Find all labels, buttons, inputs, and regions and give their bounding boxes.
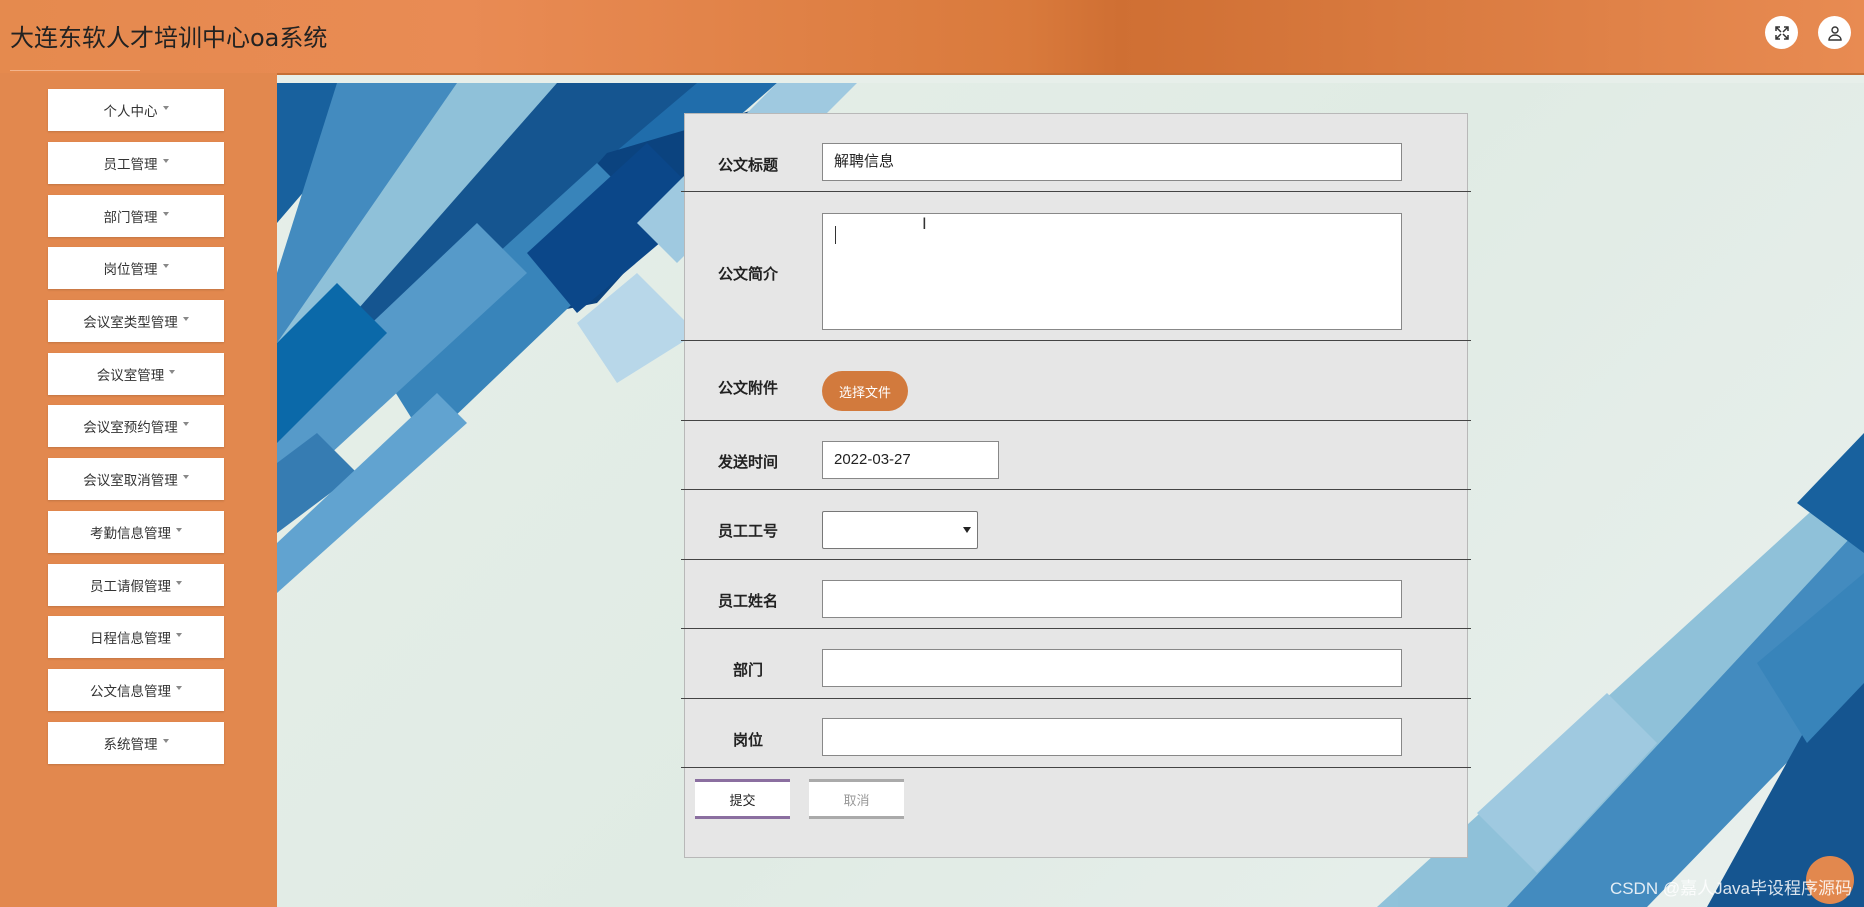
sidebar: 个人中心 员工管理 部门管理 岗位管理 会议室类型管理 会议室管理 会议室预约管…	[0, 73, 277, 907]
sidebar-item-documents[interactable]: 公文信息管理	[48, 669, 224, 711]
send-time-label: 发送时间	[717, 454, 778, 471]
employee-name-input[interactable]	[822, 580, 1402, 618]
doc-attachment-label: 公文附件	[717, 380, 778, 397]
fullscreen-icon[interactable]	[1765, 16, 1798, 49]
sidebar-item-room-cancel[interactable]: 会议室取消管理	[48, 458, 224, 500]
top-bar: 大连东软人才培训中心oa系统	[0, 0, 1864, 75]
sidebar-item-posts[interactable]: 岗位管理	[48, 247, 224, 289]
row-divider	[681, 628, 1471, 629]
post-label: 岗位	[732, 732, 763, 749]
chevron-down-icon	[963, 527, 971, 533]
text-cursor-icon: Ι	[922, 214, 927, 233]
chevron-down-icon	[162, 159, 169, 163]
doc-title-input[interactable]: 解聘信息	[822, 143, 1402, 181]
chevron-down-icon	[162, 739, 169, 743]
doc-intro-label: 公文简介	[717, 266, 778, 283]
submit-button[interactable]: 提交	[695, 779, 790, 819]
sidebar-item-personal-center[interactable]: 个人中心	[48, 89, 224, 131]
app-title: 大连东软人才培训中心oa系统	[10, 24, 328, 52]
employee-no-select[interactable]	[822, 511, 978, 549]
chevron-down-icon	[182, 475, 189, 479]
doc-intro-textarea[interactable]	[822, 213, 1402, 330]
title-underline	[10, 70, 140, 71]
row-divider	[681, 420, 1471, 421]
sidebar-item-employees[interactable]: 员工管理	[48, 142, 224, 184]
cancel-button[interactable]: 取消	[809, 779, 904, 819]
sidebar-item-rooms[interactable]: 会议室管理	[48, 353, 224, 395]
chevron-down-icon	[162, 106, 169, 110]
sidebar-item-schedule[interactable]: 日程信息管理	[48, 616, 224, 658]
post-input[interactable]	[822, 718, 1402, 756]
choose-file-button[interactable]: 选择文件	[822, 371, 908, 411]
row-divider	[681, 698, 1471, 699]
row-divider	[681, 340, 1471, 341]
sidebar-item-leave[interactable]: 员工请假管理	[48, 564, 224, 606]
chevron-down-icon	[176, 686, 182, 690]
chevron-down-icon	[176, 633, 182, 637]
employee-no-label: 员工工号	[717, 523, 778, 540]
sidebar-item-room-types[interactable]: 会议室类型管理	[48, 300, 224, 342]
sidebar-item-system[interactable]: 系统管理	[48, 722, 224, 764]
text-caret	[835, 226, 836, 244]
department-label: 部门	[732, 662, 763, 679]
chevron-down-icon	[162, 264, 169, 268]
user-icon[interactable]	[1818, 16, 1851, 49]
chevron-down-icon	[162, 212, 169, 216]
row-divider	[681, 489, 1471, 490]
sidebar-item-departments[interactable]: 部门管理	[48, 195, 224, 237]
department-input[interactable]	[822, 649, 1402, 687]
row-divider	[681, 767, 1471, 768]
watermark: CSDN @嘉人Java毕设程序源码	[1609, 879, 1852, 898]
employee-name-label: 员工姓名	[717, 593, 778, 610]
chevron-down-icon	[182, 317, 189, 321]
chevron-down-icon	[182, 422, 189, 426]
chevron-down-icon	[176, 581, 182, 585]
send-time-input[interactable]: 2022-03-27	[822, 441, 999, 479]
row-divider	[681, 191, 1471, 192]
sidebar-item-room-booking[interactable]: 会议室预约管理	[48, 405, 224, 447]
chevron-down-icon	[169, 370, 176, 374]
row-divider	[681, 559, 1471, 560]
doc-title-label: 公文标题	[717, 157, 778, 174]
chevron-down-icon	[176, 528, 182, 532]
sidebar-item-attendance[interactable]: 考勤信息管理	[48, 511, 224, 553]
